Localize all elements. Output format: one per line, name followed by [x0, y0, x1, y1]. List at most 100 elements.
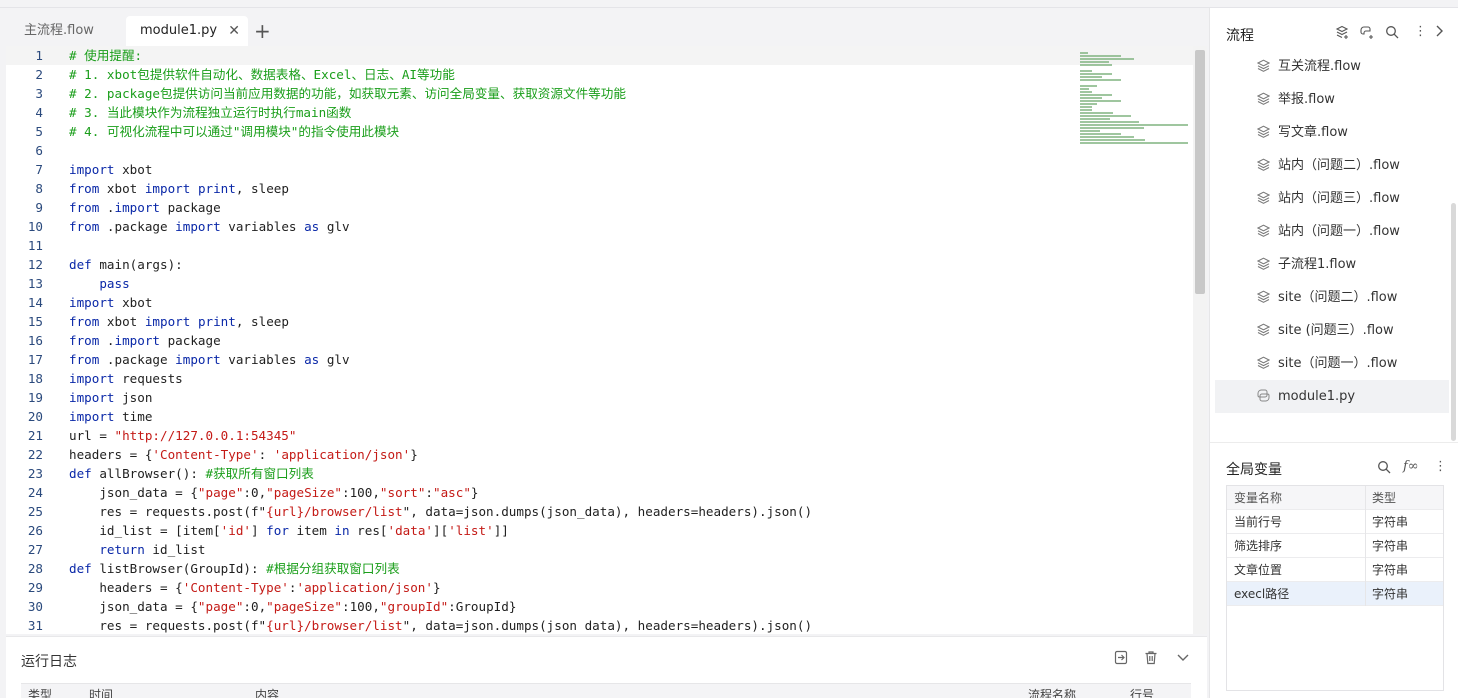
flow-list-item[interactable]: 站内（问题三）.flow — [1215, 182, 1449, 215]
code-line[interactable]: 21 url = "http://127.0.0.1:54345" — [6, 426, 1193, 445]
code-line[interactable]: 30 json_data = {"page":0,"pageSize":100,… — [6, 597, 1193, 616]
code-line[interactable]: 5 # 4. 可视化流程中可以通过"调用模块"的指令使用此模块 — [6, 122, 1193, 141]
flow-list-item[interactable]: site（问题一）.flow — [1215, 347, 1449, 380]
flow-list-item[interactable]: site（问题二）.flow — [1215, 281, 1449, 314]
editor-scrollbar-thumb[interactable] — [1195, 50, 1205, 294]
minimap-line — [1080, 52, 1088, 54]
code-text: import xbot — [69, 295, 153, 310]
code-text: from xbot import print, sleep — [69, 314, 289, 329]
code-line[interactable]: 24 json_data = {"page":0,"pageSize":100,… — [6, 483, 1193, 502]
log-col-flow-name: 流程名称 — [1028, 688, 1077, 698]
code-line[interactable]: 22 headers = {'Content-Type': 'applicatio… — [6, 445, 1193, 464]
flow-list-item[interactable]: site (问题三）.flow — [1215, 314, 1449, 347]
minimap-line — [1080, 118, 1110, 120]
tab-main-flow[interactable]: 主流程.flow — [10, 16, 128, 46]
code-line[interactable]: 28 def listBrowser(GroupId): #根据分组获取窗口列表 — [6, 559, 1193, 578]
flow-list-item[interactable]: module1.py — [1215, 380, 1449, 413]
code-text: from .import package — [69, 333, 221, 348]
code-line[interactable]: 9 from .import package — [6, 198, 1193, 217]
code-line[interactable]: 2 # 1. xbot包提供软件自动化、数据表格、Excel、日志、AI等功能 — [6, 65, 1193, 84]
trash-icon[interactable] — [1144, 650, 1158, 669]
line-number: 21 — [27, 428, 43, 443]
line-number: 26 — [27, 523, 43, 538]
minimap-line — [1080, 112, 1113, 114]
export-icon[interactable] — [1114, 650, 1128, 669]
code-line[interactable]: 25 res = requests.post(f"{url}/browser/l… — [6, 502, 1193, 521]
flow-list-item[interactable]: 写文章.flow — [1215, 116, 1449, 149]
code-line[interactable]: 10 from .package import variables as glv — [6, 217, 1193, 236]
code-line[interactable]: 1 # 使用提醒: — [6, 46, 1193, 65]
code-text: from .import package — [69, 200, 221, 215]
line-number: 30 — [27, 599, 43, 614]
add-module-icon[interactable] — [1360, 25, 1375, 44]
code-line[interactable]: 17 from .package import variables as glv — [6, 350, 1193, 369]
search-icon[interactable] — [1385, 25, 1399, 43]
tab-label: 主流程.flow — [24, 23, 94, 38]
flow-list-item[interactable]: 站内（问题二）.flow — [1215, 149, 1449, 182]
flows-title: 流程 — [1226, 28, 1254, 44]
code-minimap[interactable] — [1080, 52, 1190, 144]
minimap-line — [1080, 142, 1188, 144]
layers-icon — [1256, 281, 1271, 314]
code-text: def listBrowser(GroupId): #根据分组获取窗口列表 — [69, 561, 400, 576]
code-line[interactable]: 23 def allBrowser(): #获取所有窗口列表 — [6, 464, 1193, 483]
code-line[interactable]: 19 import json — [6, 388, 1193, 407]
code-line[interactable]: 15 from xbot import print, sleep — [6, 312, 1193, 331]
more-options-icon[interactable]: ⋮ — [1414, 24, 1427, 39]
layers-icon — [1256, 149, 1271, 182]
code-line[interactable]: 3 # 2. package包提供访问当前应用数据的功能，如获取元素、访问全局变量… — [6, 84, 1193, 103]
function-icon[interactable]: f∞ — [1403, 459, 1419, 474]
code-line[interactable]: 11 — [6, 236, 1193, 255]
flow-list-item[interactable]: 子流程1.flow — [1215, 248, 1449, 281]
add-tab-icon[interactable]: + — [254, 19, 271, 43]
line-number: 28 — [27, 561, 43, 576]
code-line[interactable]: 16 from .import package — [6, 331, 1193, 350]
table-row[interactable]: 当前行号 字符串 — [1227, 510, 1443, 534]
var-type: 字符串 — [1372, 515, 1409, 529]
layers-icon — [1256, 347, 1271, 380]
code-text: pass — [99, 276, 130, 291]
minimap-line — [1080, 124, 1188, 126]
minimap-line — [1080, 121, 1140, 123]
code-editor[interactable]: 1 # 使用提醒: 2 # 1. xbot包提供软件自动化、数据表格、Excel、日志… — [6, 46, 1193, 634]
code-line[interactable]: 14 import xbot — [6, 293, 1193, 312]
minimap-line — [1080, 73, 1112, 75]
chevron-down-icon[interactable] — [1176, 650, 1190, 669]
flow-list-item[interactable]: 互关流程.flow — [1215, 50, 1449, 83]
flow-list-item[interactable]: 举报.flow — [1215, 83, 1449, 116]
editor-scrollbar[interactable] — [1193, 46, 1207, 634]
flow-list-item[interactable]: 站内（问题一）.flow — [1215, 215, 1449, 248]
add-flow-icon[interactable] — [1335, 25, 1350, 44]
minimap-line — [1080, 88, 1089, 90]
code-line[interactable]: 7 import xbot — [6, 160, 1193, 179]
table-row[interactable]: execl路径 字符串 — [1227, 582, 1443, 606]
code-line[interactable]: 31 res = requests.post(f"{url}/browser/l… — [6, 616, 1193, 634]
minimap-line — [1080, 97, 1102, 99]
line-number: 10 — [27, 219, 43, 234]
table-row[interactable]: 筛选排序 字符串 — [1227, 534, 1443, 558]
more-options-icon[interactable]: ⋮ — [1434, 459, 1447, 474]
close-icon[interactable]: ✕ — [228, 16, 240, 46]
code-line[interactable]: 26 id_list = [item['id'] for item in res… — [6, 521, 1193, 540]
line-number: 23 — [27, 466, 43, 481]
code-line[interactable]: 29 headers = {'Content-Type':'applicatio… — [6, 578, 1193, 597]
table-row[interactable]: 文章位置 字符串 — [1227, 558, 1443, 582]
code-line[interactable]: 4 # 3. 当此模块作为流程独立运行时执行main函数 — [6, 103, 1193, 122]
code-line[interactable]: 20 import time — [6, 407, 1193, 426]
code-line[interactable]: 8 from xbot import print, sleep — [6, 179, 1193, 198]
code-line[interactable]: 18 import requests — [6, 369, 1193, 388]
code-line[interactable]: 13 pass — [6, 274, 1193, 293]
line-number: 1 — [35, 48, 43, 63]
minimap-line — [1080, 127, 1144, 129]
chevron-right-icon[interactable] — [1434, 24, 1444, 42]
flow-list-scrollbar[interactable] — [1451, 203, 1456, 441]
code-text: def main(args): — [69, 257, 183, 272]
tab-module1[interactable]: module1.py ✕ — [126, 16, 248, 46]
flow-item-label: 子流程1.flow — [1278, 257, 1357, 272]
layers-icon — [1256, 215, 1271, 248]
search-icon[interactable] — [1377, 460, 1391, 478]
code-line[interactable]: 6 — [6, 141, 1193, 160]
code-line[interactable]: 27 return id_list — [6, 540, 1193, 559]
code-line[interactable]: 12 def main(args): — [6, 255, 1193, 274]
code-text: from .package import variables as glv — [69, 219, 350, 234]
